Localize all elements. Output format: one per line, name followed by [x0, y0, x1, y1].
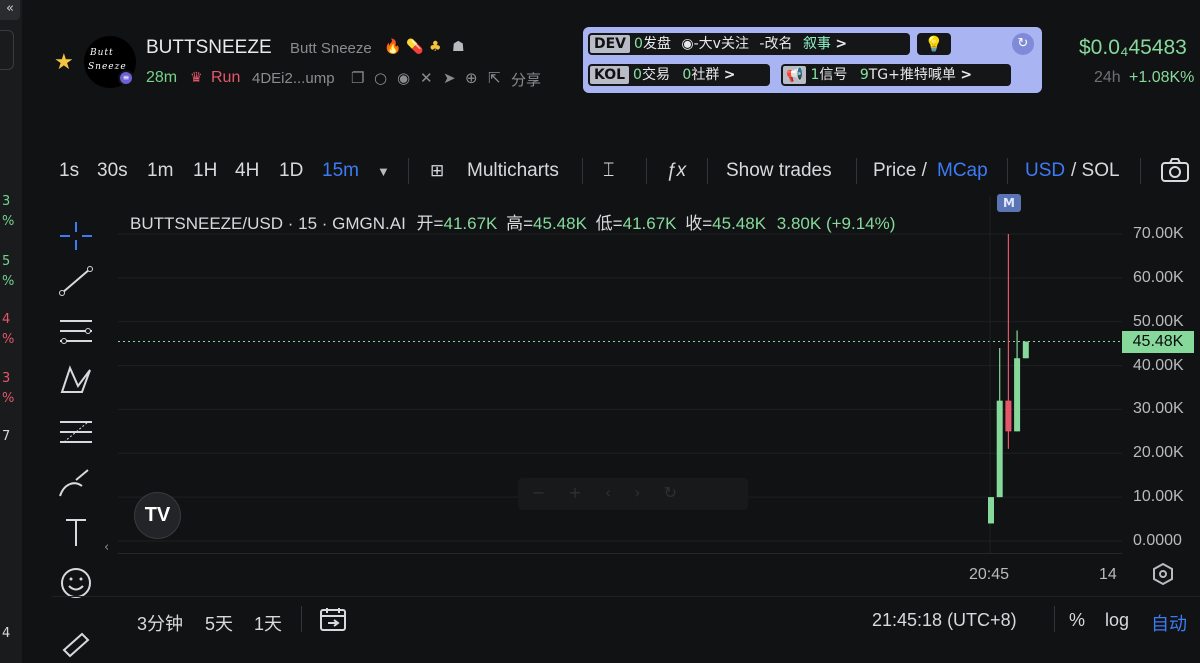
y-tick-label: 60.00K	[1133, 268, 1184, 286]
high-key: 高=	[506, 214, 534, 233]
range-5d[interactable]: 5天	[205, 610, 233, 636]
candle-body	[996, 400, 1003, 498]
low-key: 低=	[595, 214, 623, 233]
y-tick-label: 10.00K	[1133, 488, 1184, 506]
x-tick-label: 14	[1099, 566, 1117, 583]
x-tick-label: 20:45	[969, 566, 1010, 583]
change-value: 3.80K (+9.14%)	[776, 214, 896, 233]
y-tick-label: 0.0000	[1133, 532, 1182, 549]
open-value: 41.67K	[443, 214, 498, 233]
log-scale-button[interactable]: log	[1105, 610, 1129, 631]
trading-app: « 3 % 5 % 4 % 3 % 7 4 ★ Butt Sneeze ≡ BU…	[0, 0, 1200, 663]
divider	[1054, 606, 1055, 632]
y-tick-label: 40.00K	[1133, 356, 1184, 374]
y-tick-label: 50.00K	[1133, 312, 1184, 330]
chart-legend: BUTTSNEEZE/USD · 15 · GMGN.AI 开=41.67K 高…	[130, 209, 895, 234]
candle-body	[1005, 400, 1012, 432]
y-tick-label: 30.00K	[1133, 400, 1184, 418]
candle-body	[988, 497, 994, 524]
pair-label: BUTTSNEEZE/USD · 15 · GMGN.AI	[130, 214, 406, 233]
expand-toolbar-icon[interactable]: ‹	[104, 540, 109, 555]
last-price-tag: 45.48K	[1122, 330, 1194, 353]
chart-settings-icon[interactable]	[1151, 562, 1175, 586]
range-3min[interactable]: 3分钟	[137, 610, 183, 636]
tradingview-logo[interactable]: TV	[134, 492, 181, 539]
chart-navigation-overlay[interactable]: −+‹›↻	[518, 478, 748, 510]
x-axis-line	[118, 553, 1122, 554]
open-key: 开=	[416, 214, 444, 233]
close-value: 45.48K	[712, 214, 767, 233]
bottom-divider	[52, 596, 1200, 597]
clock-time[interactable]: 21:45:18 (UTC+8)	[872, 610, 1017, 631]
divider	[301, 606, 302, 632]
low-value: 41.67K	[622, 214, 677, 233]
date-range-icon[interactable]	[318, 606, 348, 639]
range-1d[interactable]: 1天	[254, 610, 282, 636]
high-value: 45.48K	[533, 214, 587, 233]
migration-marker[interactable]: M	[997, 194, 1021, 212]
y-tick-label: 20.00K	[1133, 444, 1184, 462]
auto-scale-button[interactable]: 自动	[1151, 610, 1187, 636]
close-key: 收=	[685, 214, 713, 233]
candle-body	[1022, 341, 1029, 359]
candle-body	[1014, 358, 1021, 432]
percent-scale-button[interactable]: %	[1069, 610, 1085, 631]
y-tick-label: 70.00K	[1133, 225, 1184, 242]
price-chart[interactable]	[0, 0, 1200, 663]
